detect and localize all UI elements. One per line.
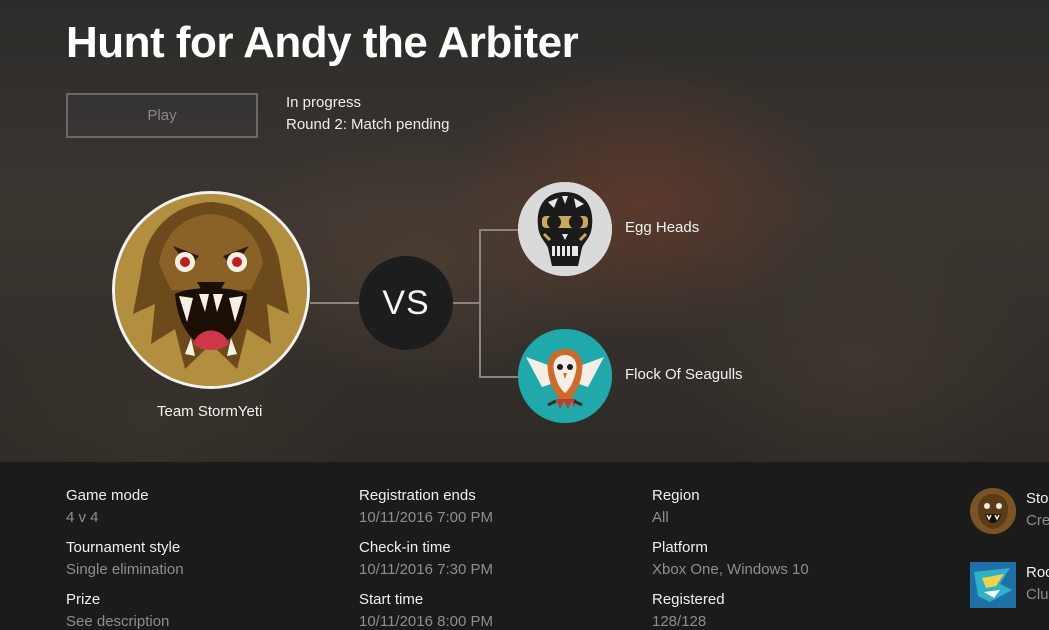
registered-label: Registered xyxy=(652,591,725,608)
page-title: Hunt for Andy the Arbiter xyxy=(66,18,579,67)
bracket-line xyxy=(453,302,480,304)
hero-background: Hunt for Andy the Arbiter Play In progre… xyxy=(0,0,1049,462)
egg-heads-label: Egg Heads xyxy=(625,219,700,236)
skull-icon xyxy=(518,182,612,276)
side-club-subtitle: Cre xyxy=(1026,512,1049,529)
region-label: Region xyxy=(652,487,700,504)
bracket-line xyxy=(479,229,519,231)
start-time-value: 10/11/2016 8:00 PM xyxy=(359,613,493,630)
egg-heads-avatar[interactable] xyxy=(518,182,612,276)
flock-of-seagulls-avatar[interactable] xyxy=(518,329,612,423)
club-logo-icon xyxy=(970,562,1016,608)
bracket-line xyxy=(479,229,481,377)
round-status: Round 2: Match pending xyxy=(286,116,450,133)
vs-badge: VS xyxy=(359,256,453,350)
play-button[interactable]: Play xyxy=(66,93,258,138)
check-in-time-label: Check-in time xyxy=(359,539,451,556)
region-value: All xyxy=(652,509,669,526)
registered-value: 128/128 xyxy=(652,613,707,630)
yeti-icon xyxy=(115,194,307,386)
tournament-style-label: Tournament style xyxy=(66,539,181,556)
team-stormyeti-label: Team StormYeti xyxy=(157,403,263,420)
registration-ends-value: 10/11/2016 7:00 PM xyxy=(359,509,493,526)
side-club-name: Sto xyxy=(1026,490,1049,507)
prize-label: Prize xyxy=(66,591,101,608)
side-club-name: Roc xyxy=(1026,564,1049,581)
side-club-subtitle: Clu xyxy=(1026,586,1049,603)
registration-ends-label: Registration ends xyxy=(359,487,476,504)
bracket-line xyxy=(479,376,519,378)
tournament-style-value: Single elimination xyxy=(66,561,184,578)
platform-value: Xbox One, Windows 10 xyxy=(652,561,809,578)
platform-label: Platform xyxy=(652,539,708,556)
team-stormyeti-avatar[interactable] xyxy=(112,191,310,389)
bear-icon xyxy=(970,488,1016,534)
owl-icon xyxy=(518,329,612,423)
game-mode-label: Game mode xyxy=(66,487,149,504)
tournament-status: In progress xyxy=(286,94,362,111)
start-time-label: Start time xyxy=(359,591,424,608)
bracket-line xyxy=(310,302,359,304)
game-mode-value: 4 v 4 xyxy=(66,509,99,526)
prize-value[interactable]: See description xyxy=(66,613,169,630)
details-panel: Game mode 4 v 4 Tournament style Single … xyxy=(0,462,1049,630)
check-in-time-value: 10/11/2016 7:30 PM xyxy=(359,561,493,578)
flock-of-seagulls-label: Flock Of Seagulls xyxy=(625,366,743,383)
